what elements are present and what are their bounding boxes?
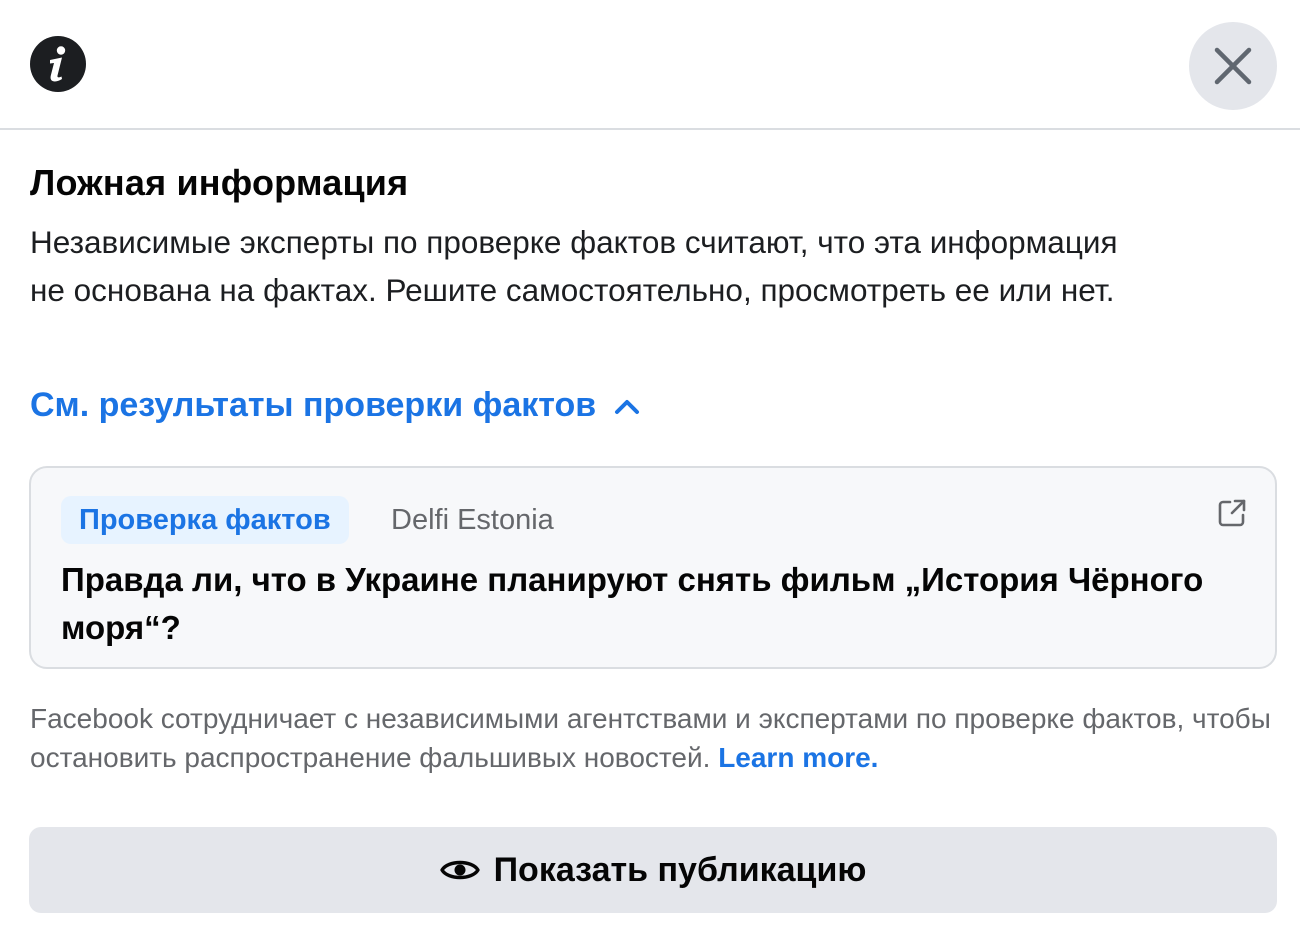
dialog-header [0,0,1300,130]
footnote-text: Facebook сотрудничает с независимыми аге… [30,703,1271,773]
warning-title: Ложная информация [30,162,409,203]
learn-more-link[interactable]: Learn more. [718,742,878,773]
close-icon [1214,47,1252,85]
footnote: Facebook сотрудничает с независимыми аге… [30,699,1280,777]
chevron-up-icon [615,399,640,414]
warning-description: Независимые эксперты по проверке фактов … [30,224,1118,308]
info-icon [30,36,86,92]
fact-check-source: Delfi Estonia [391,504,554,536]
show-post-button[interactable]: Показать публикацию [29,827,1277,913]
fact-check-headline: Правда ли, что в Украине планируют снять… [61,561,1204,646]
show-post-label: Показать публикацию [493,850,867,889]
see-fact-check-results-label: См. результаты проверки фактов [30,386,597,424]
close-button[interactable] [1189,22,1277,110]
fact-check-badge: Проверка фактов [61,496,349,544]
eye-icon [439,860,480,880]
see-fact-check-results-toggle[interactable]: См. результаты проверки фактов [30,386,640,425]
external-link-icon[interactable] [1217,498,1247,528]
fact-check-card[interactable]: Проверка фактов Delfi Estonia Правда ли,… [29,466,1277,669]
